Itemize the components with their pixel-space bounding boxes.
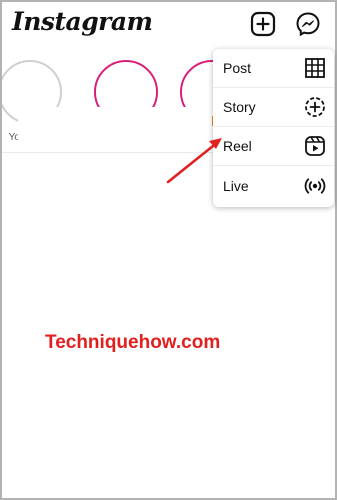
menu-item-live[interactable]: Live	[213, 166, 334, 205]
live-icon	[304, 177, 326, 194]
grid-icon	[305, 58, 325, 78]
add-story-icon	[305, 97, 325, 117]
menu-item-label: Post	[223, 60, 252, 76]
instagram-logo[interactable]: Instagram	[12, 7, 153, 36]
add-post-icon[interactable]	[250, 11, 276, 37]
create-menu: Post Story Reel Live	[213, 49, 334, 207]
menu-item-label: Live	[223, 177, 249, 194]
menu-item-label: Story	[223, 99, 256, 115]
watermark-text: Techniquehow.com	[45, 332, 221, 353]
messenger-icon[interactable]	[295, 11, 321, 37]
reel-icon	[305, 136, 325, 156]
menu-item-post[interactable]: Post	[213, 49, 334, 88]
menu-item-story[interactable]: Story	[213, 88, 334, 127]
annotation-arrow	[166, 138, 222, 184]
menu-item-label: Reel	[223, 138, 252, 154]
menu-item-reel[interactable]: Reel	[213, 127, 334, 166]
